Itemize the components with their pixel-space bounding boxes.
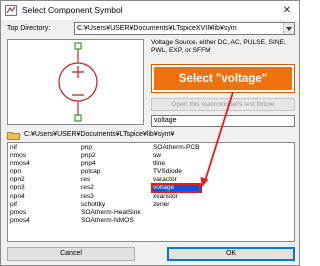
list-item[interactable]: npn4 xyxy=(9,193,32,201)
list-item[interactable]: npn3 xyxy=(9,184,32,192)
list-item[interactable]: res3 xyxy=(80,193,143,201)
list-item[interactable]: tline xyxy=(152,160,202,168)
list-item[interactable]: SOAtherm-PCB xyxy=(152,144,202,152)
search-input[interactable]: voltage xyxy=(151,115,295,127)
list-item[interactable]: varactor xyxy=(152,176,202,184)
symbol-file-list[interactable]: nif nmos nmos4 npn npn2 npn3 npn4 pif pm… xyxy=(7,142,295,242)
annotation-callout: Select "voltage" xyxy=(151,64,295,93)
current-path-row: C:¥Users¥USER¥Documents¥LTspice¥lib¥sym¥ xyxy=(7,129,295,141)
ok-button[interactable]: OK xyxy=(167,247,295,261)
top-directory-select[interactable]: C:¥Users¥USER¥Documents¥LTspiceXVII¥lib¥… xyxy=(74,22,295,35)
cancel-button[interactable]: Cancel xyxy=(7,247,135,261)
list-item[interactable]: xvaristor xyxy=(152,193,202,201)
file-list-column-3: SOAtherm-PCB sw tline TVSdiode varactor … xyxy=(152,144,202,209)
list-item[interactable]: TVSdiode xyxy=(152,168,202,176)
dialog-window: Select Component Symbol ✕ Top Directory:… xyxy=(0,0,300,266)
list-item[interactable]: polcap xyxy=(80,168,143,176)
list-item[interactable]: npn xyxy=(9,168,32,176)
list-item[interactable]: pmos4 xyxy=(9,217,32,225)
list-item[interactable]: nmos xyxy=(9,152,32,160)
list-item-selected-voltage[interactable]: voltage xyxy=(152,184,202,193)
voltage-source-symbol-icon xyxy=(58,42,98,122)
top-directory-label: Top Directory: xyxy=(7,25,51,32)
list-item[interactable]: pif xyxy=(9,201,32,209)
list-item[interactable]: nmos4 xyxy=(9,160,32,168)
ltspice-app-icon xyxy=(5,5,17,16)
list-item[interactable]: sw xyxy=(152,152,202,160)
folder-icon xyxy=(7,132,20,140)
title-bar: Select Component Symbol ✕ xyxy=(1,1,299,20)
current-path-text: C:¥Users¥USER¥Documents¥LTspice¥lib¥sym¥ xyxy=(24,131,175,138)
list-item[interactable]: pmos xyxy=(9,209,32,217)
chevron-down-icon[interactable] xyxy=(283,23,294,34)
list-item[interactable]: schottky xyxy=(80,201,143,209)
list-item[interactable]: pnp4 xyxy=(80,160,143,168)
list-item[interactable]: SOAtherm-HeatSink xyxy=(80,209,143,217)
file-list-column-2: pnp pnp2 pnp4 polcap res res2 res3 schot… xyxy=(80,144,143,225)
list-item[interactable]: nif xyxy=(9,144,32,152)
window-title: Select Component Symbol xyxy=(22,5,123,15)
open-test-fixture-button[interactable]: Open this macromodel's test fixture xyxy=(151,98,295,111)
file-list-column-1: nif nmos nmos4 npn npn2 npn3 npn4 pif pm… xyxy=(9,144,32,225)
list-item[interactable]: pnp xyxy=(80,144,143,152)
list-item[interactable]: zener xyxy=(152,201,202,209)
symbol-description: Voltage Source, either DC, AC, PULSE, SI… xyxy=(151,39,286,55)
list-item[interactable]: pnp2 xyxy=(80,152,143,160)
list-item[interactable]: npn2 xyxy=(9,176,32,184)
list-item[interactable]: SOAtherm-NMOS xyxy=(80,217,143,225)
symbol-preview xyxy=(7,39,144,125)
list-item[interactable]: res2 xyxy=(80,184,143,192)
top-directory-value: C:¥Users¥USER¥Documents¥LTspiceXVII¥lib¥… xyxy=(77,25,237,32)
list-item[interactable]: res xyxy=(80,176,143,184)
callout-text: Select "voltage" xyxy=(178,72,268,85)
close-button[interactable]: ✕ xyxy=(279,3,295,18)
